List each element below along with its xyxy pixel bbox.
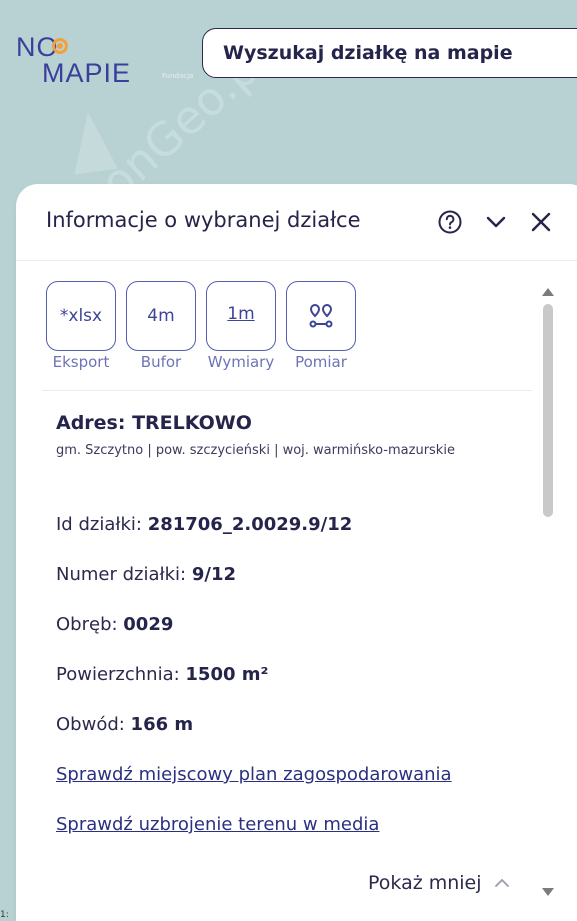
field-label: Numer działki: xyxy=(56,564,192,585)
chevron-down-icon[interactable] xyxy=(482,208,510,236)
field-perimeter: Obwód: 166 m xyxy=(56,714,193,735)
address-label: Adres: TRELKOWO xyxy=(56,412,252,434)
field-label: Id działki: xyxy=(56,514,148,535)
show-less-toggle[interactable]: Pokaż mniej xyxy=(368,872,510,894)
measure-button[interactable] xyxy=(286,281,356,351)
link-utilities[interactable]: Sprawdź uzbrojenie terenu w media xyxy=(56,814,379,835)
field-value: 9/12 xyxy=(191,564,236,585)
search-input[interactable]: Wyszukaj działkę na mapie xyxy=(202,28,577,78)
scroll-down-arrow[interactable] xyxy=(542,888,554,896)
field-parcel-number: Numer działki: 9/12 xyxy=(56,564,236,585)
field-precinct: Obręb: 0029 xyxy=(56,614,173,635)
panel-header: Informacje o wybranej działce xyxy=(16,184,577,261)
export-button[interactable]: *xlsx xyxy=(46,281,116,351)
measure-pins-icon xyxy=(309,303,333,328)
help-icon[interactable] xyxy=(436,208,464,236)
buffer-tool[interactable]: 4m Bufor xyxy=(126,281,196,371)
field-label: Powierzchnia: xyxy=(56,664,186,685)
chevron-up-icon xyxy=(494,878,509,887)
logo-pin-icon xyxy=(52,38,68,54)
link-zoning-plan[interactable]: Sprawdź miejscowy plan zagospodarowania xyxy=(56,764,452,785)
field-label: Obręb: xyxy=(56,614,124,635)
search-placeholder: Wyszukaj działkę na mapie xyxy=(223,42,513,64)
divider xyxy=(42,390,532,391)
buffer-label: Bufor xyxy=(140,353,182,371)
scroll-thumb[interactable] xyxy=(543,304,553,517)
scale-text: 1: xyxy=(0,910,9,920)
field-parcel-id: Id działki: 281706_2.0029.9/12 xyxy=(56,514,352,535)
dimensions-label: Wymiary xyxy=(207,353,275,371)
field-value: 0029 xyxy=(123,614,174,635)
field-value: 281706_2.0029.9/12 xyxy=(147,514,353,535)
panel-title: Informacje o wybranej działce xyxy=(46,208,361,232)
export-label: Eksport xyxy=(52,353,110,371)
measure-tool[interactable]: Pomiar xyxy=(286,281,356,371)
buffer-button[interactable]: 4m xyxy=(126,281,196,351)
field-value: 166 m xyxy=(130,714,194,735)
scroll-up-arrow[interactable] xyxy=(542,288,554,296)
field-label: Obwód: xyxy=(56,714,131,735)
parcel-info-panel: Informacje o wybranej działce *xlsx Eksp… xyxy=(16,184,577,921)
logo[interactable]: NO MAPIE Fundacja xyxy=(16,32,206,92)
logo-line2: MAPIE xyxy=(42,58,132,88)
tools-bar: *xlsx Eksport 4m Bufor 1m Wymiary Pomiar xyxy=(46,281,546,375)
dimensions-icon-text: 1m xyxy=(227,304,255,324)
field-area: Powierzchnia: 1500 m² xyxy=(56,664,268,685)
measure-label: Pomiar xyxy=(295,353,347,371)
address-sub: gm. Szczytno | pow. szczycieński | woj. … xyxy=(56,443,455,458)
show-less-label: Pokaż mniej xyxy=(368,872,482,894)
close-icon[interactable] xyxy=(527,208,555,236)
export-tool[interactable]: *xlsx Eksport xyxy=(46,281,116,371)
field-value: 1500 m² xyxy=(185,664,269,685)
dimensions-tool[interactable]: 1m Wymiary xyxy=(206,281,276,371)
dimensions-button[interactable]: 1m xyxy=(206,281,276,351)
scrollbar[interactable] xyxy=(540,284,556,896)
logo-tag: Fundacja xyxy=(162,72,194,80)
